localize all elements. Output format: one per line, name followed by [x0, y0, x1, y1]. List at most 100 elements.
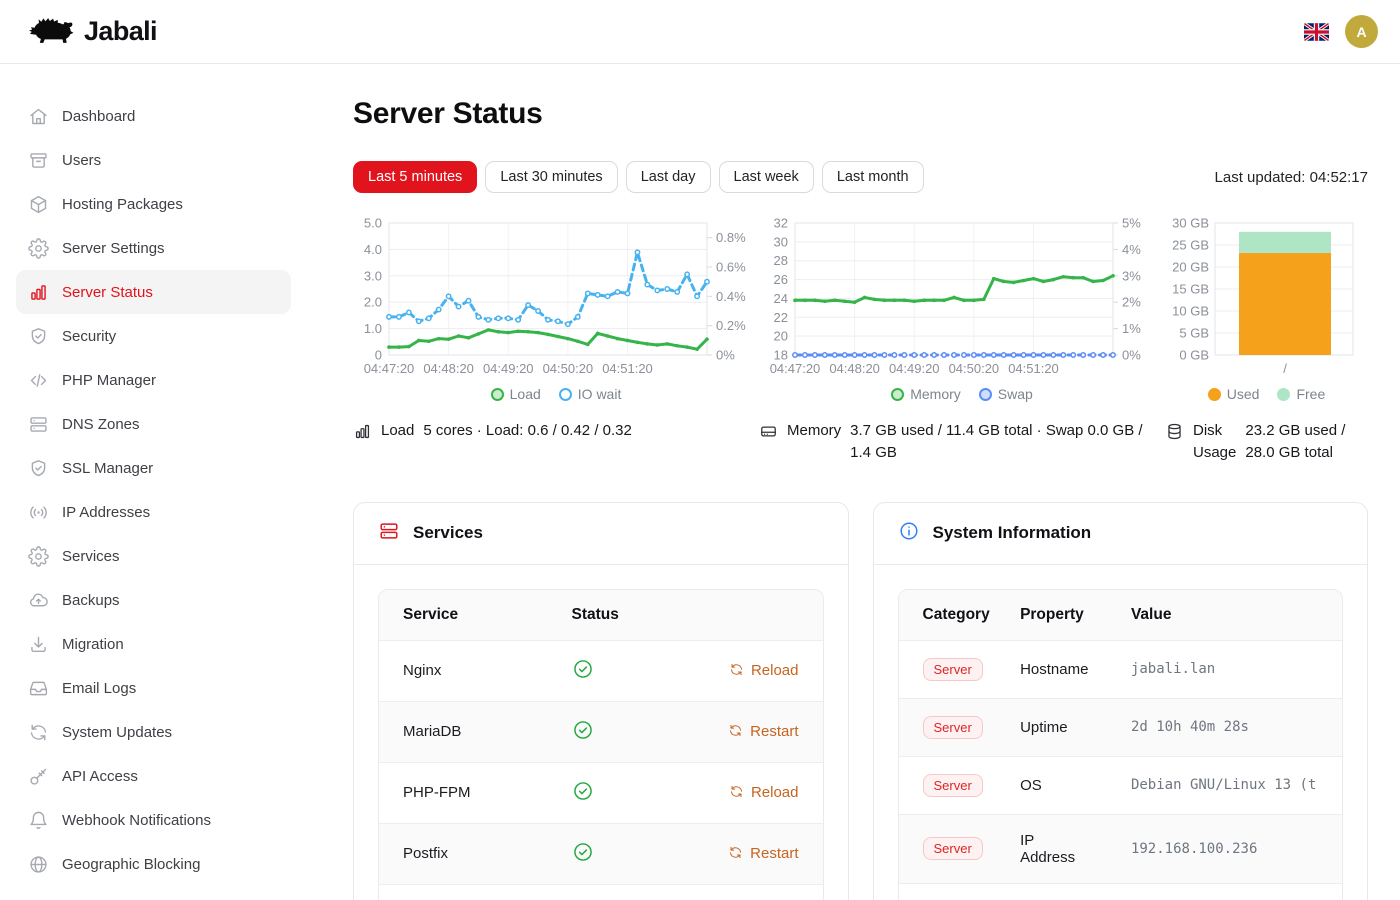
gear-icon — [28, 546, 49, 567]
nginx-reload-button[interactable]: Reload — [681, 640, 823, 701]
service-row-nginx: NginxReload — [379, 640, 823, 701]
sidebar-item-api-access[interactable]: API Access — [16, 754, 291, 798]
system-info-card-header: System Information — [874, 503, 1368, 565]
sidebar-item-ip-addresses[interactable]: IP Addresses — [16, 490, 291, 534]
sidebar-item-backups[interactable]: Backups — [16, 578, 291, 622]
sidebar-item-dashboard[interactable]: Dashboard — [16, 94, 291, 138]
sidebar-item-services[interactable]: Services — [16, 534, 291, 578]
category-cell: Server — [899, 698, 997, 756]
sidebar-item-webhook-notifications[interactable]: Webhook Notifications — [16, 798, 291, 842]
svg-text:28: 28 — [774, 253, 788, 268]
svg-text:2%: 2% — [1122, 295, 1141, 310]
sidebar-item-php-manager[interactable]: PHP Manager — [16, 358, 291, 402]
svg-text:4%: 4% — [1122, 242, 1141, 257]
sidebar-item-label: PHP Manager — [62, 372, 156, 389]
language-flag-button[interactable] — [1304, 23, 1329, 41]
mariadb-restart-button[interactable]: Restart — [681, 701, 823, 762]
legend-dot-memory — [891, 388, 904, 401]
check-circle-icon — [572, 780, 594, 802]
svg-text:20: 20 — [774, 329, 788, 344]
memory-stat: Memory3.7 GB used / 11.4 GB total · Swap… — [759, 420, 1165, 464]
property-name: OS — [996, 756, 1107, 814]
column-header-actions — [681, 590, 823, 641]
svg-text:0: 0 — [375, 348, 382, 363]
legend-dot-used — [1208, 388, 1221, 401]
sidebar-item-dns-zones[interactable]: DNS Zones — [16, 402, 291, 446]
main-content: Server Status Last 5 minutesLast 30 minu… — [307, 64, 1400, 900]
svg-text:20 GB: 20 GB — [1172, 260, 1209, 275]
status-ok-icon — [572, 719, 594, 741]
svg-text:04:48:20: 04:48:20 — [423, 361, 474, 376]
globe-icon — [28, 854, 49, 875]
svg-text:0.6%: 0.6% — [716, 260, 746, 275]
property-value: 192.168.100.236 — [1131, 841, 1318, 857]
service-status — [548, 823, 681, 884]
services-card-header: Services — [354, 503, 848, 565]
boar-logo-icon — [22, 14, 76, 50]
stat-label: Memory — [787, 420, 841, 464]
legend-label: Used — [1227, 386, 1260, 402]
sidebar-item-ssl-manager[interactable]: SSL Manager — [16, 446, 291, 490]
sidebar-item-label: Users — [62, 152, 101, 169]
dovecot-restart-button[interactable]: Restart — [681, 884, 823, 900]
avatar-button[interactable]: A — [1345, 15, 1378, 48]
service-row-dovecot: DovecotRestart — [379, 884, 823, 900]
category-cell: Server — [899, 640, 997, 698]
property-value-cell: 2d 10h 40m 28s — [1107, 698, 1342, 756]
php-fpm-reload-button[interactable]: Reload — [681, 762, 823, 823]
svg-text:30 GB: 30 GB — [1172, 217, 1209, 231]
service-row-mariadb: MariaDBRestart — [379, 701, 823, 762]
legend-dot-io-wait — [559, 388, 572, 401]
sidebar-item-system-updates[interactable]: System Updates — [16, 710, 291, 754]
services-card: Services ServiceStatusNginxReloadMariaDB… — [353, 502, 849, 900]
sidebar-item-server-status[interactable]: Server Status — [16, 270, 291, 314]
svg-text:18: 18 — [774, 348, 788, 363]
sidebar-item-geographic-blocking[interactable]: Geographic Blocking — [16, 842, 291, 886]
sidebar-item-label: Server Status — [62, 284, 153, 301]
stats-row: Load5 cores · Load: 0.6 / 0.42 / 0.32Mem… — [353, 420, 1368, 464]
sidebar-item-email-logs[interactable]: Email Logs — [16, 666, 291, 710]
memory-chart-plot: 04:47:2004:48:2004:49:2004:50:2004:51:20… — [759, 217, 1165, 381]
load-chart: 04:47:2004:48:2004:49:2004:50:2004:51:20… — [353, 217, 759, 402]
filter-last-week[interactable]: Last week — [719, 161, 814, 193]
filter-last-30-minutes[interactable]: Last 30 minutes — [485, 161, 617, 193]
column-header-status: Status — [548, 590, 681, 641]
inbox-icon — [28, 678, 49, 699]
svg-text:04:50:20: 04:50:20 — [543, 361, 594, 376]
svg-text:0.4%: 0.4% — [716, 289, 746, 304]
sidebar-item-security[interactable]: Security — [16, 314, 291, 358]
refresh-icon — [729, 662, 744, 677]
svg-text:1.0: 1.0 — [364, 321, 382, 336]
status-ok-icon — [572, 841, 594, 863]
sidebar-item-migration[interactable]: Migration — [16, 622, 291, 666]
bar-chart-icon — [28, 282, 49, 303]
key-icon — [28, 766, 49, 787]
page-title: Server Status — [353, 97, 1368, 131]
sidebar-item-label: Server Settings — [62, 240, 165, 257]
svg-text:04:51:20: 04:51:20 — [1008, 361, 1059, 376]
sidebar-item-label: DNS Zones — [62, 416, 140, 433]
sidebar-item-users[interactable]: Users — [16, 138, 291, 182]
svg-text:04:49:20: 04:49:20 — [483, 361, 534, 376]
filter-last-5-minutes[interactable]: Last 5 minutes — [353, 161, 477, 193]
postfix-restart-button[interactable]: Restart — [681, 823, 823, 884]
filter-last-month[interactable]: Last month — [822, 161, 924, 193]
sidebar-item-label: Dashboard — [62, 108, 135, 125]
category-badge: Server — [923, 716, 983, 739]
sidebar-item-server-settings[interactable]: Server Settings — [16, 226, 291, 270]
code-icon — [28, 370, 49, 391]
column-header-category: Category — [899, 590, 997, 641]
package-icon — [28, 194, 49, 215]
sidebar-item-label: Backups — [62, 592, 120, 609]
sidebar-item-label: Migration — [62, 636, 124, 653]
brand: Jabali — [22, 14, 157, 50]
cards-row: Services ServiceStatusNginxReloadMariaDB… — [353, 502, 1368, 900]
action-label: Reload — [751, 662, 799, 679]
sidebar-item-hosting-packages[interactable]: Hosting Packages — [16, 182, 291, 226]
time-filter-row: Last 5 minutesLast 30 minutesLast dayLas… — [353, 161, 1368, 193]
filter-last-day[interactable]: Last day — [626, 161, 711, 193]
property-value-cell: 192.168.100.236 — [1107, 814, 1342, 883]
action-label: Restart — [750, 723, 798, 740]
sidebar-item-label: Security — [62, 328, 116, 345]
svg-text:4.0: 4.0 — [364, 242, 382, 257]
